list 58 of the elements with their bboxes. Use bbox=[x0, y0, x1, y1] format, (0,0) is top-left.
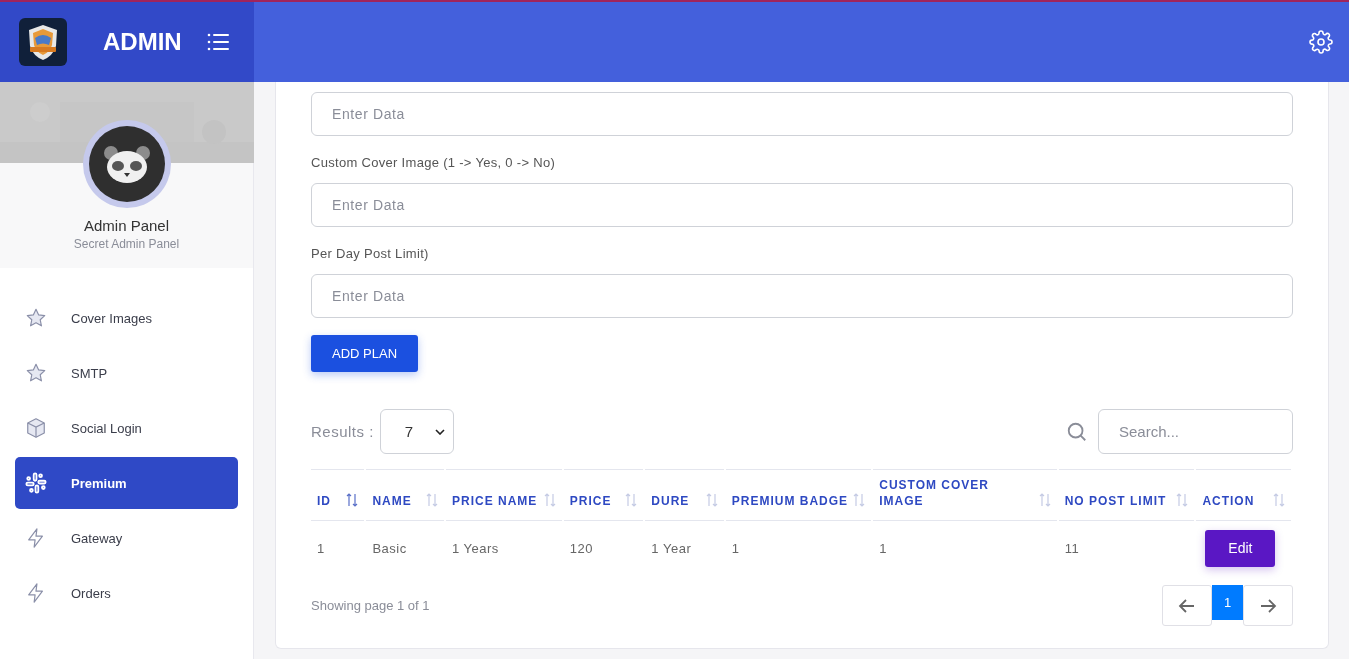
column-header[interactable]: DURE bbox=[645, 469, 724, 521]
column-header[interactable]: CUSTOM COVER IMAGE bbox=[873, 469, 1057, 521]
sidebar-item[interactable]: Premium bbox=[15, 457, 238, 509]
star-icon bbox=[25, 307, 47, 329]
shield-logo-icon bbox=[19, 18, 67, 66]
page-size-select[interactable]: 7 bbox=[379, 409, 454, 454]
table-cell-text: 1 Year bbox=[650, 539, 693, 558]
sort-icon bbox=[543, 493, 556, 507]
settings-icon[interactable] bbox=[1309, 30, 1333, 54]
sort-icon bbox=[425, 493, 438, 507]
column-header[interactable]: PRICE bbox=[563, 469, 644, 521]
column-header[interactable]: ACTION bbox=[1196, 469, 1291, 521]
sort-icon bbox=[1273, 493, 1285, 507]
table-cell-text: 1 bbox=[730, 539, 741, 558]
column-header[interactable]: PRICE NAME bbox=[445, 469, 562, 521]
search-field[interactable]: Search... bbox=[1098, 409, 1293, 454]
app-title: ADMIN bbox=[103, 28, 182, 56]
page-button[interactable]: 1 bbox=[1212, 585, 1243, 620]
profile-subtitle: Secret Admin Panel bbox=[73, 237, 180, 251]
cube-icon bbox=[25, 417, 47, 439]
chevron-down-icon bbox=[434, 428, 445, 435]
panda-avatar-icon bbox=[81, 119, 172, 209]
slack-grid-icon bbox=[25, 472, 47, 494]
table-cell-text: 120 bbox=[568, 539, 594, 558]
edit-button[interactable]: Edit bbox=[1205, 529, 1276, 567]
column-header[interactable]: NAME bbox=[366, 469, 444, 521]
sidebar-item[interactable]: Orders bbox=[15, 567, 238, 619]
add-plan-button[interactable]: ADD PLAN bbox=[311, 335, 419, 372]
sidebar-item[interactable]: SMTP bbox=[15, 347, 238, 399]
column-header[interactable]: PREMIUM BADGE bbox=[725, 469, 872, 521]
next-page-button[interactable] bbox=[1243, 585, 1293, 626]
input-field[interactable]: Enter Data bbox=[311, 274, 1293, 318]
sort-icon bbox=[705, 493, 718, 507]
sort-icon bbox=[625, 493, 638, 507]
table-cell-text: Basic bbox=[371, 539, 408, 558]
sidebar-item[interactable]: Gateway bbox=[15, 512, 238, 564]
table-cell-text: 1 Years bbox=[450, 539, 500, 558]
page-info: Showing page 1 of 1 bbox=[311, 598, 430, 613]
field-label: Custom Cover Image (1 -> Yes, 0 -> No) bbox=[311, 155, 557, 170]
star-icon bbox=[25, 362, 47, 384]
sidebar-item[interactable]: Cover Images bbox=[15, 292, 238, 344]
field-label: Per Day Post Limit) bbox=[311, 246, 430, 261]
table-cell-text: 11 bbox=[1063, 539, 1081, 558]
column-header[interactable]: NO POST LIMIT bbox=[1058, 469, 1195, 521]
input-field[interactable]: Enter Data bbox=[311, 183, 1293, 227]
search-icon bbox=[1066, 420, 1088, 443]
sort-icon bbox=[346, 493, 359, 507]
sort-icon bbox=[853, 493, 866, 507]
table-cell-text: 1 bbox=[878, 539, 888, 558]
sort-icon bbox=[1176, 493, 1189, 507]
profile-name: Admin Panel bbox=[83, 217, 170, 234]
input-field[interactable]: Enter Data bbox=[311, 92, 1293, 136]
previous-page-button[interactable] bbox=[1162, 585, 1212, 626]
sort-icon bbox=[1038, 493, 1051, 507]
sidebar-item[interactable]: Social Login bbox=[15, 402, 238, 454]
column-header[interactable]: ID bbox=[311, 469, 365, 521]
results-label: Results : bbox=[311, 423, 374, 440]
table-cell-text: 1 bbox=[316, 539, 326, 558]
